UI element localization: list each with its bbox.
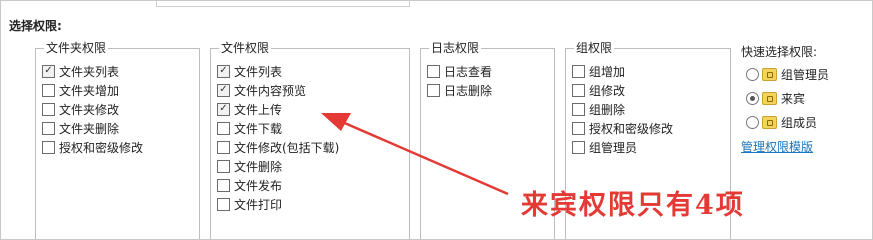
checkbox-item[interactable]: 文件夹修改 [42, 100, 119, 118]
checkbox-label: 文件删除 [234, 159, 283, 174]
checkbox-label: 文件列表 [234, 64, 283, 79]
checkbox-item[interactable]: ✓ 文件内容预览 [217, 81, 306, 99]
radio-label: 组管理员 [781, 67, 830, 82]
radio-button[interactable] [746, 67, 759, 81]
checkbox-item[interactable]: 授权和密级修改 [572, 119, 673, 137]
checkbox-label: 文件上传 [234, 102, 283, 117]
checkbox-item[interactable]: 文件发布 [217, 176, 282, 194]
checkbox-item[interactable]: 文件修改(包括下载) [217, 138, 339, 156]
checkbox[interactable]: ✓ [42, 64, 55, 78]
folder-permission-group: 文件夹权限 ✓ 文件夹列表 文件夹增加 文件夹修改 文件夹删除 授权和密级修改 [35, 41, 200, 239]
checkbox-label: 日志删除 [444, 83, 493, 98]
checkbox-label: 组修改 [589, 83, 626, 98]
checkbox-label: 组删除 [589, 102, 626, 117]
checkbox-item[interactable]: 日志查看 [427, 62, 492, 80]
group-legend: 组权限 [574, 41, 615, 55]
quick-select-panel: 快速选择权限: 组管理员 来宾 组成员 管理权限模版 [741, 43, 829, 154]
manage-templates-link[interactable]: 管理权限模版 [741, 138, 813, 155]
checkbox-label: 文件夹增加 [59, 83, 120, 98]
group-icon [762, 67, 777, 81]
checkbox[interactable] [572, 102, 585, 116]
checkbox-label: 文件发布 [234, 178, 283, 193]
checkbox-item[interactable]: 文件夹删除 [42, 119, 119, 137]
file-permission-group: 文件权限 ✓ 文件列表 ✓ 文件内容预览 ✓ 文件上传 文件下载 文件修改(包括下载)… [210, 41, 410, 239]
checkbox-item[interactable]: 文件打印 [217, 195, 282, 213]
checkbox-item[interactable]: 日志删除 [427, 81, 492, 99]
checkbox-item[interactable]: 组修改 [572, 81, 625, 99]
checkbox[interactable] [427, 83, 440, 97]
checkbox-item[interactable]: 组删除 [572, 100, 625, 118]
checkbox-label: 文件打印 [234, 197, 283, 212]
checkbox-label: 授权和密级修改 [589, 121, 674, 136]
radio-label: 来宾 [781, 91, 806, 106]
checkbox[interactable] [42, 140, 55, 154]
group-icon [762, 115, 777, 129]
checkbox[interactable] [217, 178, 230, 192]
checkbox[interactable]: ✓ [217, 64, 230, 78]
checkbox-item[interactable]: 组增加 [572, 62, 625, 80]
checkbox-item[interactable]: 组管理员 [572, 138, 637, 156]
checkbox-item[interactable]: 文件下载 [217, 119, 282, 137]
checkbox-item[interactable]: ✓ 文件夹列表 [42, 62, 119, 80]
checkbox-label: 组管理员 [589, 140, 638, 155]
radio-label: 组成员 [781, 115, 818, 130]
radio-selected-dot [750, 95, 755, 101]
checkbox[interactable] [427, 64, 440, 78]
radio-option-guest[interactable]: 来宾 [746, 89, 805, 107]
checkbox-item[interactable]: 授权和密级修改 [42, 138, 143, 156]
checkbox[interactable] [572, 140, 585, 154]
radio-option-group-member[interactable]: 组成员 [746, 113, 817, 131]
checkbox[interactable] [217, 197, 230, 211]
checkbox-item[interactable]: 文件删除 [217, 157, 282, 175]
checkbox[interactable] [42, 121, 55, 135]
section-title: 选择权限: [9, 19, 62, 33]
annotation-text: 来宾权限只有4项 [521, 190, 745, 221]
group-icon [762, 91, 777, 105]
checkbox[interactable] [572, 83, 585, 97]
checkbox[interactable] [42, 83, 55, 97]
checkbox[interactable]: ✓ [217, 83, 230, 97]
radio-option-group-admin[interactable]: 组管理员 [746, 65, 829, 83]
checkbox-label: 文件内容预览 [234, 83, 307, 98]
checkbox[interactable] [217, 140, 230, 154]
checkbox-label: 文件夹删除 [59, 121, 120, 136]
top-field-edge [156, 1, 410, 7]
checkbox[interactable] [572, 121, 585, 135]
quick-select-title: 快速选择权限: [741, 45, 818, 59]
group-legend: 日志权限 [429, 41, 482, 55]
radio-button[interactable] [746, 115, 759, 129]
checkbox[interactable] [42, 102, 55, 116]
checkbox[interactable] [217, 121, 230, 135]
checkbox[interactable] [217, 159, 230, 173]
group-legend: 文件权限 [219, 41, 272, 55]
radio-button[interactable] [746, 91, 759, 105]
group-legend: 文件夹权限 [44, 41, 109, 55]
checkbox-item[interactable]: 文件夹增加 [42, 81, 119, 99]
checkbox-item[interactable]: ✓ 文件上传 [217, 100, 282, 118]
checkbox[interactable] [572, 64, 585, 78]
checkbox-label: 文件夹列表 [59, 64, 120, 79]
checkbox-label: 文件夹修改 [59, 102, 120, 117]
checkbox[interactable]: ✓ [217, 102, 230, 116]
checkbox-label: 日志查看 [444, 64, 493, 79]
checkbox-label: 组增加 [589, 64, 626, 79]
checkbox-item[interactable]: ✓ 文件列表 [217, 62, 282, 80]
checkbox-label: 授权和密级修改 [59, 140, 144, 155]
checkbox-label: 文件下载 [234, 121, 283, 136]
checkbox-label: 文件修改(包括下载) [234, 140, 340, 155]
